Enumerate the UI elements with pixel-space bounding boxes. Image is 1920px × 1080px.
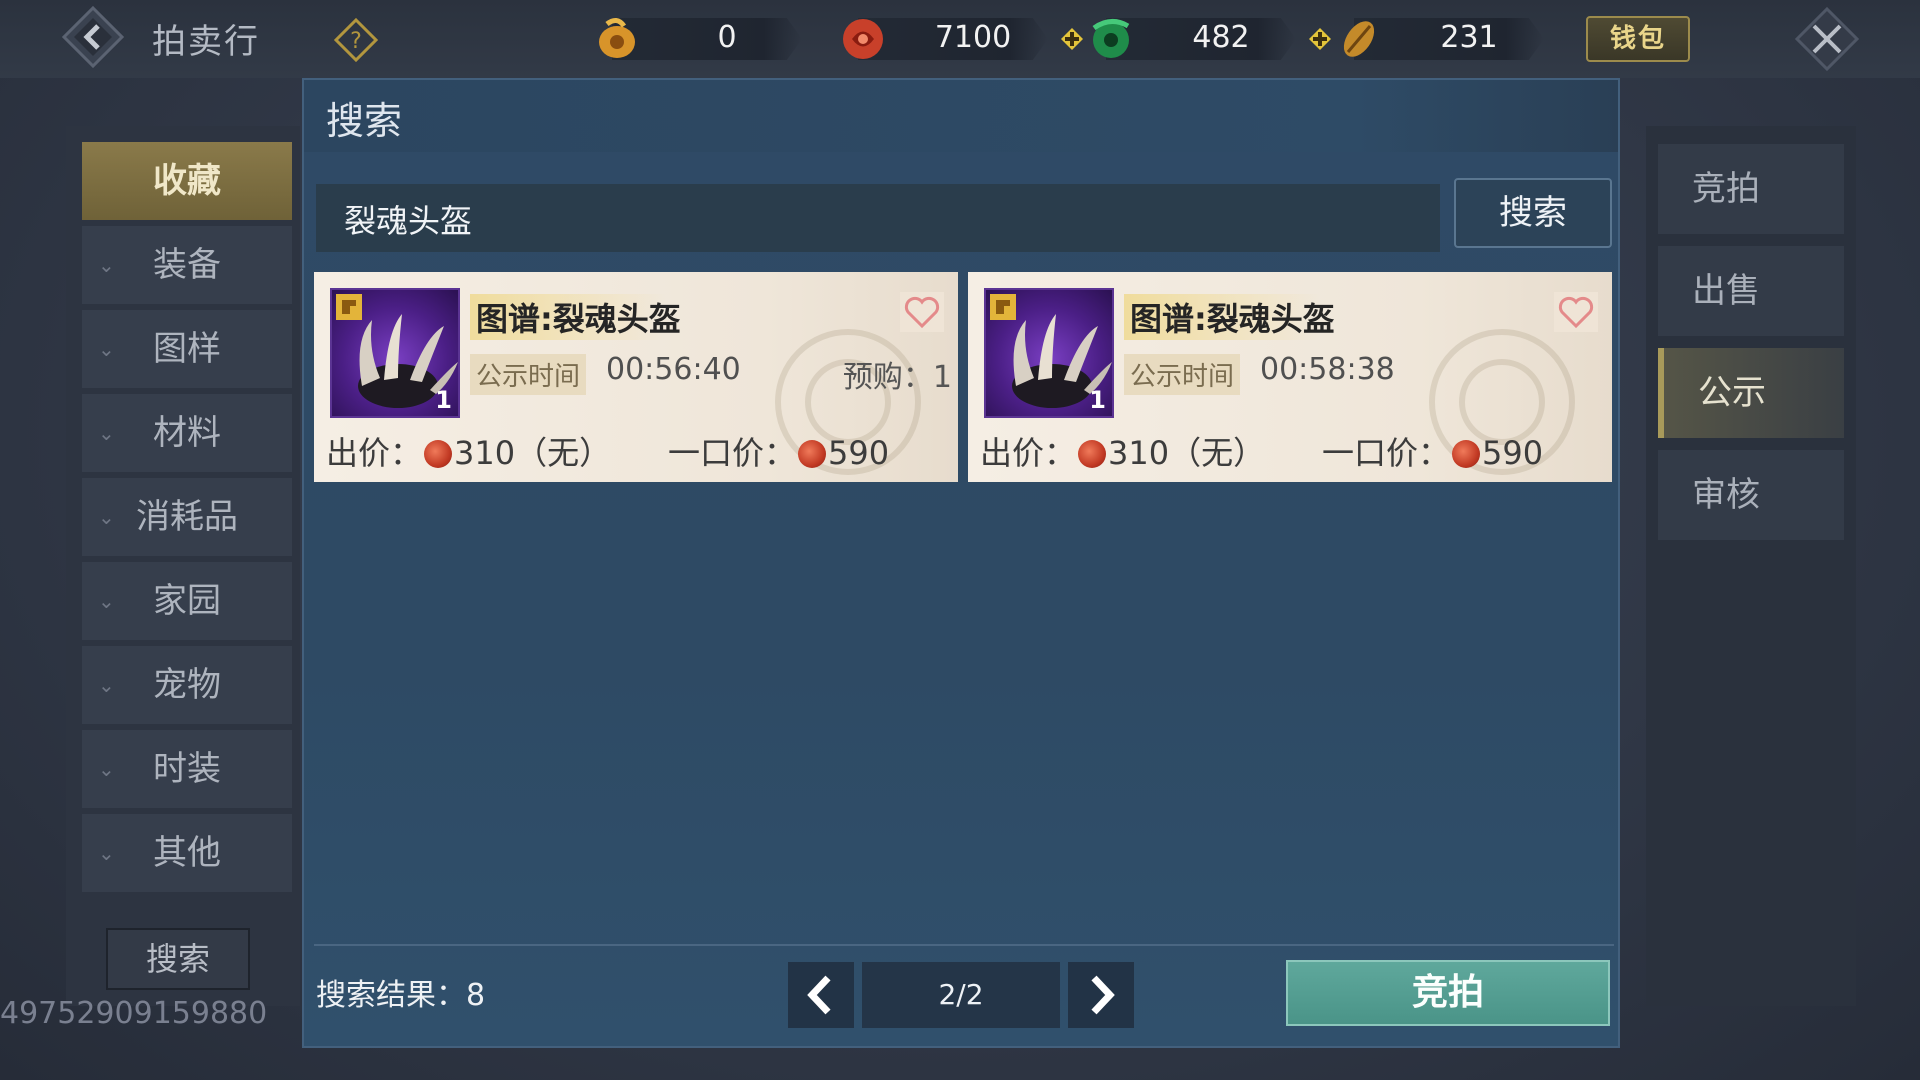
red-jade-icon (1078, 440, 1107, 468)
green-jade-icon (1092, 19, 1130, 58)
currency-green-jade: 482 (1086, 14, 1336, 64)
item-thumbnail: 1 (984, 288, 1114, 418)
gold-ingot-icon (599, 18, 635, 58)
next-page-button[interactable] (1068, 962, 1134, 1028)
red-jade-icon (1452, 440, 1481, 468)
category-pets[interactable]: ⌄ 宠物 (82, 646, 292, 724)
favorite-heart-icon[interactable] (900, 292, 944, 332)
currency-gold: 0 (592, 14, 812, 64)
bid-price: 出价： 310（无） (326, 434, 612, 472)
currency-red-jade: 7100 (838, 14, 1088, 64)
tab-sell[interactable]: 出售 (1658, 246, 1844, 336)
chevron-down-icon: ⌄ (98, 421, 115, 445)
currency-shell: 231 (1334, 14, 1564, 64)
wallet-button[interactable]: 钱包 (1586, 16, 1690, 62)
shell-icon (1343, 21, 1375, 57)
chevron-down-icon: ⌄ (98, 673, 115, 697)
search-result-count: 搜索结果：8 (316, 978, 486, 1013)
top-bar: 拍卖行 ? 0 7100 482 231 钱包 (0, 0, 1920, 78)
category-equipment[interactable]: ⌄ 装备 (82, 226, 292, 304)
prev-page-button[interactable] (788, 962, 854, 1028)
left-search-button[interactable]: 搜索 (106, 928, 250, 990)
chevron-down-icon: ⌄ (98, 505, 115, 529)
chevron-down-icon: ⌄ (98, 841, 115, 865)
page-title: 拍卖行 (152, 22, 260, 62)
notice-time-value: 00:58:38 (1260, 352, 1395, 387)
player-uid: 49752909159880 (0, 996, 268, 1031)
page-indicator: 2/2 (862, 962, 1060, 1028)
buyout-price: 一口价： 590 (1322, 434, 1544, 472)
favorite-heart-icon[interactable] (1554, 292, 1598, 332)
red-jade-icon (424, 440, 453, 468)
search-input[interactable]: 裂魂头盔 (316, 184, 1440, 252)
category-consumables[interactable]: ⌄ 消耗品 (82, 478, 292, 556)
tab-notice[interactable]: 公示 (1658, 348, 1844, 438)
category-other[interactable]: ⌄ 其他 (82, 814, 292, 892)
category-patterns[interactable]: ⌄ 图样 (82, 310, 292, 388)
item-name: 图谱:裂魂头盔 (470, 294, 687, 340)
chevron-down-icon: ⌄ (98, 253, 115, 277)
help-icon[interactable]: ? (334, 18, 378, 62)
chevron-left-icon (807, 975, 831, 1015)
chevron-down-icon: ⌄ (98, 589, 115, 613)
category-home[interactable]: ⌄ 家园 (82, 562, 292, 640)
panel-header: 搜索 (304, 80, 1618, 152)
tab-auction[interactable]: 竞拍 (1658, 144, 1844, 234)
bid-button[interactable]: 竞拍 (1286, 960, 1610, 1026)
chevron-down-icon: ⌄ (98, 337, 115, 361)
chevron-down-icon: ⌄ (98, 757, 115, 781)
panel-title: 搜索 (326, 99, 403, 143)
item-thumbnail: 1 (330, 288, 460, 418)
add-red-jade-icon[interactable] (1060, 27, 1084, 51)
divider (314, 944, 1614, 946)
red-jade-icon (798, 440, 827, 468)
search-panel: 搜索 裂魂头盔 搜索 1 图谱:裂魂头盔 公示时间 00:56:40 预购：1 (302, 78, 1620, 1048)
category-fashion[interactable]: ⌄ 时装 (82, 730, 292, 808)
prebuy-count: 预购：1 (842, 360, 952, 395)
category-materials[interactable]: ⌄ 材料 (82, 394, 292, 472)
buyout-price: 一口价： 590 (668, 434, 890, 472)
tab-review[interactable]: 审核 (1658, 450, 1844, 540)
svg-text:?: ? (350, 29, 362, 54)
mode-tabs: 竞拍 出售 公示 审核 (1646, 126, 1856, 1006)
red-jade-icon (843, 19, 883, 59)
back-arrow-icon[interactable] (62, 6, 124, 68)
search-button[interactable]: 搜索 (1454, 178, 1612, 248)
category-favorites[interactable]: 收藏 (82, 142, 292, 220)
notice-time-label: 公示时间 (470, 354, 587, 395)
notice-time-label: 公示时间 (1124, 354, 1241, 395)
item-name: 图谱:裂魂头盔 (1124, 294, 1341, 340)
item-card[interactable]: 1 图谱:裂魂头盔 公示时间 00:58:38 出价： 310（无） 一口价： 59… (968, 272, 1612, 482)
bid-price: 出价： 310（无） (980, 434, 1266, 472)
add-green-jade-icon[interactable] (1308, 27, 1332, 51)
notice-time-value: 00:56:40 (606, 352, 741, 387)
close-icon[interactable] (1794, 6, 1860, 72)
item-card[interactable]: 1 图谱:裂魂头盔 公示时间 00:56:40 预购：1 出价： 310（无） 一… (314, 272, 958, 482)
category-sidebar: 收藏 ⌄ 装备 ⌄ 图样 ⌄ 材料 ⌄ 消耗品 ⌄ 家园 ⌄ 宠物 ⌄ 时装 ⌄… (66, 126, 300, 1006)
chevron-right-icon (1091, 975, 1115, 1015)
